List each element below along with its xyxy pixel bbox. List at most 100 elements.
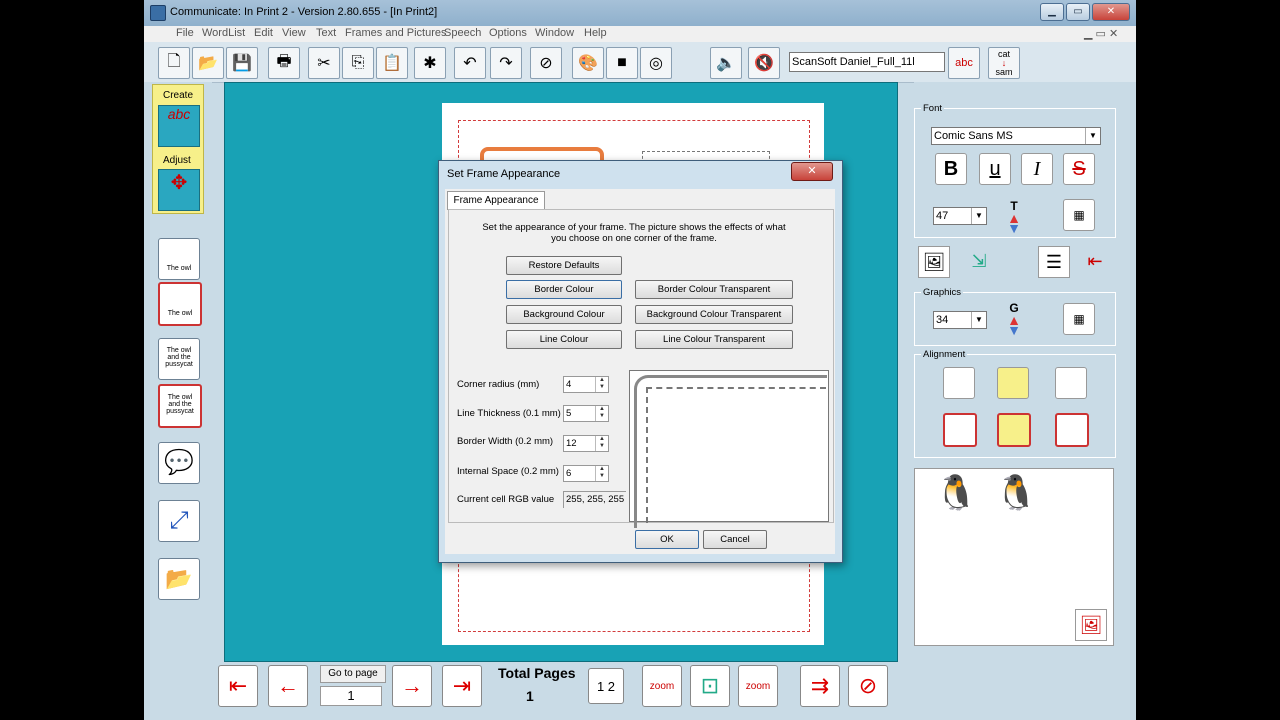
- next-page-icon[interactable]: →: [392, 665, 432, 707]
- underline-button[interactable]: u: [979, 153, 1011, 185]
- menu-file[interactable]: File: [176, 27, 194, 39]
- minimize-button[interactable]: ▁: [1040, 3, 1064, 21]
- menu-wordlist[interactable]: WordList: [202, 27, 245, 39]
- valign-top-icon[interactable]: [943, 413, 977, 447]
- picture-folder-icon[interactable]: 📂: [158, 558, 200, 600]
- create-tool-icon[interactable]: abc: [158, 105, 200, 147]
- zoom-in-icon[interactable]: zoom: [642, 665, 682, 707]
- penguin-icon[interactable]: 🐧: [995, 473, 1037, 513]
- no-symbol-icon[interactable]: ⊘: [530, 47, 562, 79]
- border-colour-transparent-button[interactable]: Border Colour Transparent: [635, 280, 793, 299]
- speaker-mute-icon[interactable]: 🔇: [748, 47, 780, 79]
- first-page-icon[interactable]: ⇤: [218, 665, 258, 707]
- line-colour-button[interactable]: Line Colour: [506, 330, 622, 349]
- goto-page-button[interactable]: Go to page: [320, 665, 386, 683]
- cell-style-3[interactable]: The owl and the pussycat: [158, 338, 200, 380]
- paste-icon[interactable]: 📋: [376, 47, 408, 79]
- spell-check-icon[interactable]: abc: [948, 47, 980, 79]
- paste-special-icon[interactable]: ✱: [414, 47, 446, 79]
- speech-bubble-icon[interactable]: 💬: [158, 442, 200, 484]
- page-number-input[interactable]: 1: [320, 686, 382, 706]
- graphics-size-select[interactable]: 34 ▼: [933, 311, 987, 329]
- palette-icon[interactable]: 🎨: [572, 47, 604, 79]
- graphics-size-arrows-icon[interactable]: G ▲ ▼: [999, 301, 1029, 337]
- align-centre-icon[interactable]: [997, 367, 1029, 399]
- list-icon[interactable]: ☰: [1038, 246, 1070, 278]
- border-colour-button[interactable]: Border Colour: [506, 280, 622, 299]
- indent-icon[interactable]: ⇤: [1078, 246, 1112, 276]
- valign-middle-icon[interactable]: [997, 413, 1031, 447]
- menu-window[interactable]: Window: [535, 27, 574, 39]
- new-document-icon[interactable]: 🗋: [158, 47, 190, 79]
- close-window-button[interactable]: ✕: [1092, 3, 1130, 21]
- maximize-button[interactable]: ▭: [1066, 3, 1090, 21]
- delete-page-icon[interactable]: ⊘: [848, 665, 888, 707]
- penguin-icon[interactable]: 🐧: [935, 473, 977, 513]
- menu-frames-and-pictures[interactable]: Frames and Pictures: [345, 27, 446, 39]
- spinner-arrows-icon[interactable]: ▲ ▼: [595, 377, 608, 392]
- redo-icon[interactable]: ↷: [490, 47, 522, 79]
- dialog-close-button[interactable]: ✕: [791, 162, 833, 181]
- colour-squares-icon[interactable]: ■: [606, 47, 638, 79]
- valign-bottom-icon[interactable]: [1055, 413, 1089, 447]
- border-width-input[interactable]: 12 ▲ ▼: [563, 435, 609, 452]
- font-size-arrows-icon[interactable]: T ▲ ▼: [999, 199, 1029, 235]
- spinner-arrows-icon[interactable]: ▲ ▼: [595, 406, 608, 421]
- picture-frame-icon[interactable]: 🖼: [918, 246, 950, 278]
- cat-sam-icon[interactable]: cat ↓ sam: [988, 47, 1020, 79]
- fit-page-icon[interactable]: ⊡: [690, 665, 730, 707]
- resize-picture-icon[interactable]: ⇲: [964, 246, 994, 276]
- total-pages-label: Total Pages: [498, 665, 576, 681]
- spinner-arrows-icon[interactable]: ▲ ▼: [595, 466, 608, 481]
- remove-picture-icon[interactable]: 🖼: [1075, 609, 1107, 641]
- voice-select[interactable]: ScanSoft Daniel_Full_11l: [789, 52, 945, 72]
- undo-icon[interactable]: ↶: [454, 47, 486, 79]
- tab-frame-appearance[interactable]: Frame Appearance: [447, 191, 545, 210]
- align-left-icon[interactable]: [943, 367, 975, 399]
- zoom-out-icon[interactable]: zoom: [738, 665, 778, 707]
- ok-button[interactable]: OK: [635, 530, 699, 549]
- cut-icon[interactable]: ✂: [308, 47, 340, 79]
- cancel-button[interactable]: Cancel: [703, 530, 767, 549]
- expand-icon[interactable]: ⤢: [158, 500, 200, 542]
- last-page-icon[interactable]: ⇥: [442, 665, 482, 707]
- font-select[interactable]: Comic Sans MS ▼: [931, 127, 1101, 145]
- strike-button[interactable]: S: [1063, 153, 1095, 185]
- graphics-colour-icon[interactable]: ▦: [1063, 303, 1095, 335]
- line-colour-transparent-button[interactable]: Line Colour Transparent: [635, 330, 793, 349]
- restore-defaults-button[interactable]: Restore Defaults: [506, 256, 622, 275]
- previous-page-icon[interactable]: ←: [268, 665, 308, 707]
- adjust-tool-icon[interactable]: ✥: [158, 169, 200, 211]
- two-page-view-icon[interactable]: 1 2: [588, 668, 624, 704]
- cell-style-4[interactable]: The owl and the pussycat: [158, 384, 202, 428]
- save-icon[interactable]: 💾: [226, 47, 258, 79]
- picture-gallery[interactable]: 🐧 🐧 🖼: [914, 468, 1114, 646]
- speaker-icon[interactable]: 🔈: [710, 47, 742, 79]
- menu-view[interactable]: View: [282, 27, 306, 39]
- shapes-icon[interactable]: ◎: [640, 47, 672, 79]
- background-colour-transparent-button[interactable]: Background Colour Transparent: [635, 305, 793, 324]
- print-icon[interactable]: 🖶: [268, 47, 300, 79]
- spinner-arrows-icon[interactable]: ▲ ▼: [595, 436, 608, 451]
- menu-help[interactable]: Help: [584, 27, 607, 39]
- menu-options[interactable]: Options: [489, 27, 527, 39]
- cell-style-1[interactable]: The owl: [158, 238, 200, 280]
- internal-space-input[interactable]: 6 ▲ ▼: [563, 465, 609, 482]
- bold-button[interactable]: B: [935, 153, 967, 185]
- open-folder-icon[interactable]: 📂: [192, 47, 224, 79]
- text-colour-icon[interactable]: ▦: [1063, 199, 1095, 231]
- cell-style-2[interactable]: The owl: [158, 282, 202, 326]
- copy-icon[interactable]: ⎘: [342, 47, 374, 79]
- italic-button[interactable]: I: [1021, 153, 1053, 185]
- line-thickness-input[interactable]: 5 ▲ ▼: [563, 405, 609, 422]
- menu-edit[interactable]: Edit: [254, 27, 273, 39]
- corner-radius-input[interactable]: 4 ▲ ▼: [563, 376, 609, 393]
- doc-minimize-icon[interactable]: ▁ ▭ ✕: [1084, 27, 1118, 40]
- align-right-icon[interactable]: [1055, 367, 1087, 399]
- line-thickness-value: 5: [566, 408, 572, 419]
- insert-page-icon[interactable]: ⇉: [800, 665, 840, 707]
- background-colour-button[interactable]: Background Colour: [506, 305, 622, 324]
- menu-speech[interactable]: Speech: [444, 27, 481, 39]
- menu-text[interactable]: Text: [316, 27, 336, 39]
- font-size-select[interactable]: 47 ▼: [933, 207, 987, 225]
